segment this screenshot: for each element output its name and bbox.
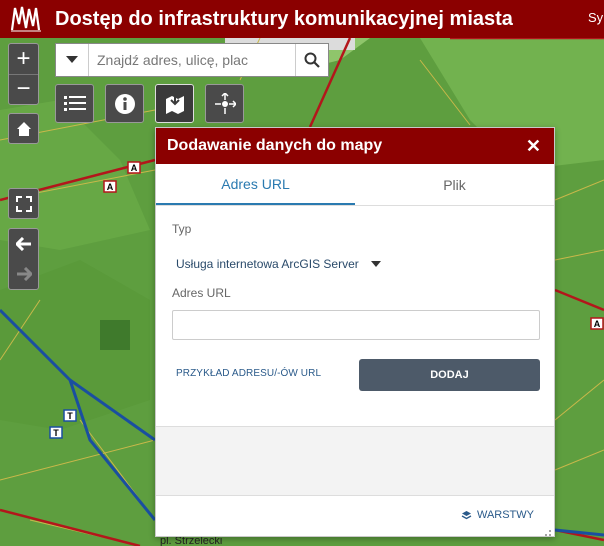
fullscreen-icon	[15, 195, 32, 212]
layers-link[interactable]: WARSTWY	[461, 509, 534, 521]
close-icon[interactable]: ✕	[526, 136, 541, 157]
city-logo-icon	[9, 4, 43, 34]
panel-tabs: Adres URL Plik	[156, 164, 554, 206]
road-marker-a-2: A	[107, 182, 114, 192]
legend-button[interactable]	[55, 84, 94, 123]
tram-marker-t-2: T	[53, 428, 59, 438]
arrow-left-icon	[15, 237, 31, 251]
tab-file[interactable]: Plik	[355, 164, 554, 205]
panel-results-area	[156, 426, 554, 496]
example-url-link[interactable]: PRZYKŁAD ADRESU/-ÓW URL	[176, 368, 321, 379]
list-icon	[63, 95, 86, 111]
url-input[interactable]	[172, 310, 540, 340]
next-extent-button[interactable]	[16, 259, 32, 289]
add-data-icon	[165, 94, 184, 114]
search-source-dropdown[interactable]	[56, 44, 89, 76]
type-label: Typ	[172, 222, 192, 236]
add-button[interactable]: DODAJ	[359, 359, 540, 391]
chevron-down-icon	[370, 261, 381, 267]
layers-link-label: WARSTWY	[476, 509, 534, 521]
service-type-value: Usługa internetowa ArcGIS Server	[176, 257, 359, 271]
arrow-right-icon	[16, 267, 32, 281]
layers-icon	[461, 510, 472, 519]
add-data-button[interactable]	[155, 84, 194, 123]
resize-handle-icon[interactable]	[542, 524, 552, 536]
extent-nav-control	[8, 228, 39, 290]
road-marker-a-3: A	[594, 319, 601, 329]
search-input[interactable]	[89, 44, 295, 76]
home-icon	[16, 121, 31, 136]
zoom-out-button[interactable]: −	[9, 73, 38, 104]
share-icon	[214, 92, 236, 114]
zoom-control: + −	[8, 43, 39, 105]
app-title: Dostęp do infrastruktury komunikacyjnej …	[55, 7, 513, 30]
app-header: Dostęp do infrastruktury komunikacyjnej …	[0, 0, 604, 38]
add-data-panel: Dodawanie danych do mapy ✕ Adres URL Pli…	[155, 127, 555, 537]
search-icon	[304, 52, 320, 68]
panel-header: Dodawanie danych do mapy ✕	[156, 128, 554, 164]
header-link[interactable]: Sy	[588, 10, 604, 25]
home-button[interactable]	[8, 113, 39, 144]
prev-extent-button[interactable]	[15, 229, 32, 259]
zoom-in-button[interactable]: +	[9, 44, 38, 74]
search-box	[55, 43, 329, 77]
service-type-select[interactable]: Usługa internetowa ArcGIS Server	[176, 257, 381, 271]
url-label: Adres URL	[172, 286, 231, 300]
tab-url[interactable]: Adres URL	[156, 164, 355, 205]
caret-down-icon	[66, 56, 78, 63]
road-marker-a-1: A	[131, 163, 138, 173]
about-button[interactable]	[105, 84, 144, 123]
info-icon	[114, 93, 135, 114]
url-form: Typ Usługa internetowa ArcGIS Server Adr…	[156, 206, 554, 426]
share-button[interactable]	[205, 84, 244, 123]
panel-title: Dodawanie danych do mapy	[167, 137, 383, 154]
search-button[interactable]	[295, 44, 328, 76]
tram-marker-t-1: T	[67, 411, 73, 421]
fullscreen-button[interactable]	[8, 188, 39, 219]
